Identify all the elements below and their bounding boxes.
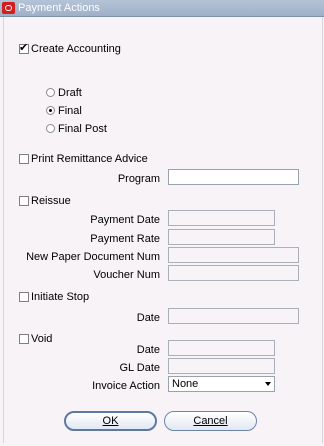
title-bar: Payment Actions: [0, 0, 324, 17]
gl-date-field: [168, 358, 275, 374]
ok-button[interactable]: OK: [64, 411, 157, 431]
draft-label: Draft: [58, 87, 82, 99]
payment-rate-label: Payment Rate: [90, 233, 160, 245]
final-post-radio[interactable]: [46, 124, 55, 133]
program-input[interactable]: [168, 169, 299, 185]
print-remittance-label: Print Remittance Advice: [31, 153, 148, 165]
stop-date-field: [168, 308, 299, 324]
draft-radio[interactable]: [46, 88, 55, 97]
void-date-field: [168, 340, 275, 356]
void-checkbox[interactable]: [19, 334, 29, 344]
reissue-checkbox[interactable]: [19, 196, 29, 206]
create-accounting-checkbox[interactable]: [19, 41, 29, 54]
payment-date-field: [168, 210, 275, 226]
dropdown-arrow-icon: [265, 382, 271, 386]
new-paper-document-num-label: New Paper Document Num: [26, 251, 160, 263]
payment-rate-field: [168, 229, 275, 245]
oracle-logo-icon: [2, 2, 15, 14]
gl-date-label: GL Date: [119, 362, 160, 374]
final-radio[interactable]: [46, 106, 55, 115]
initiate-stop-checkbox[interactable]: [19, 292, 29, 302]
create-accounting-label: Create Accounting: [31, 43, 121, 55]
invoice-action-value: None: [172, 378, 199, 390]
void-date-label: Date: [136, 344, 160, 356]
initiate-stop-label: Initiate Stop: [31, 291, 90, 303]
reissue-label: Reissue: [31, 195, 71, 207]
void-label: Void: [31, 333, 53, 345]
program-label: Program: [117, 173, 160, 185]
invoice-action-label: Invoice Action: [92, 380, 160, 392]
final-post-label: Final Post: [58, 123, 107, 135]
final-label: Final: [58, 105, 82, 117]
cancel-button[interactable]: Cancel: [164, 411, 257, 431]
invoice-action-select[interactable]: None: [168, 376, 275, 392]
cancel-button-label: Cancel: [193, 415, 228, 427]
voucher-num-field: [168, 265, 299, 281]
voucher-num-label: Voucher Num: [93, 269, 160, 281]
dialog-body: Create Accounting Draft Final Final Post…: [3, 17, 323, 443]
stop-date-label: Date: [136, 312, 160, 324]
ok-button-label: OK: [102, 415, 119, 427]
new-paper-document-num-field: [168, 247, 299, 263]
window-title: Payment Actions: [18, 2, 100, 14]
payment-date-label: Payment Date: [90, 214, 160, 226]
print-remittance-checkbox[interactable]: [19, 154, 29, 164]
